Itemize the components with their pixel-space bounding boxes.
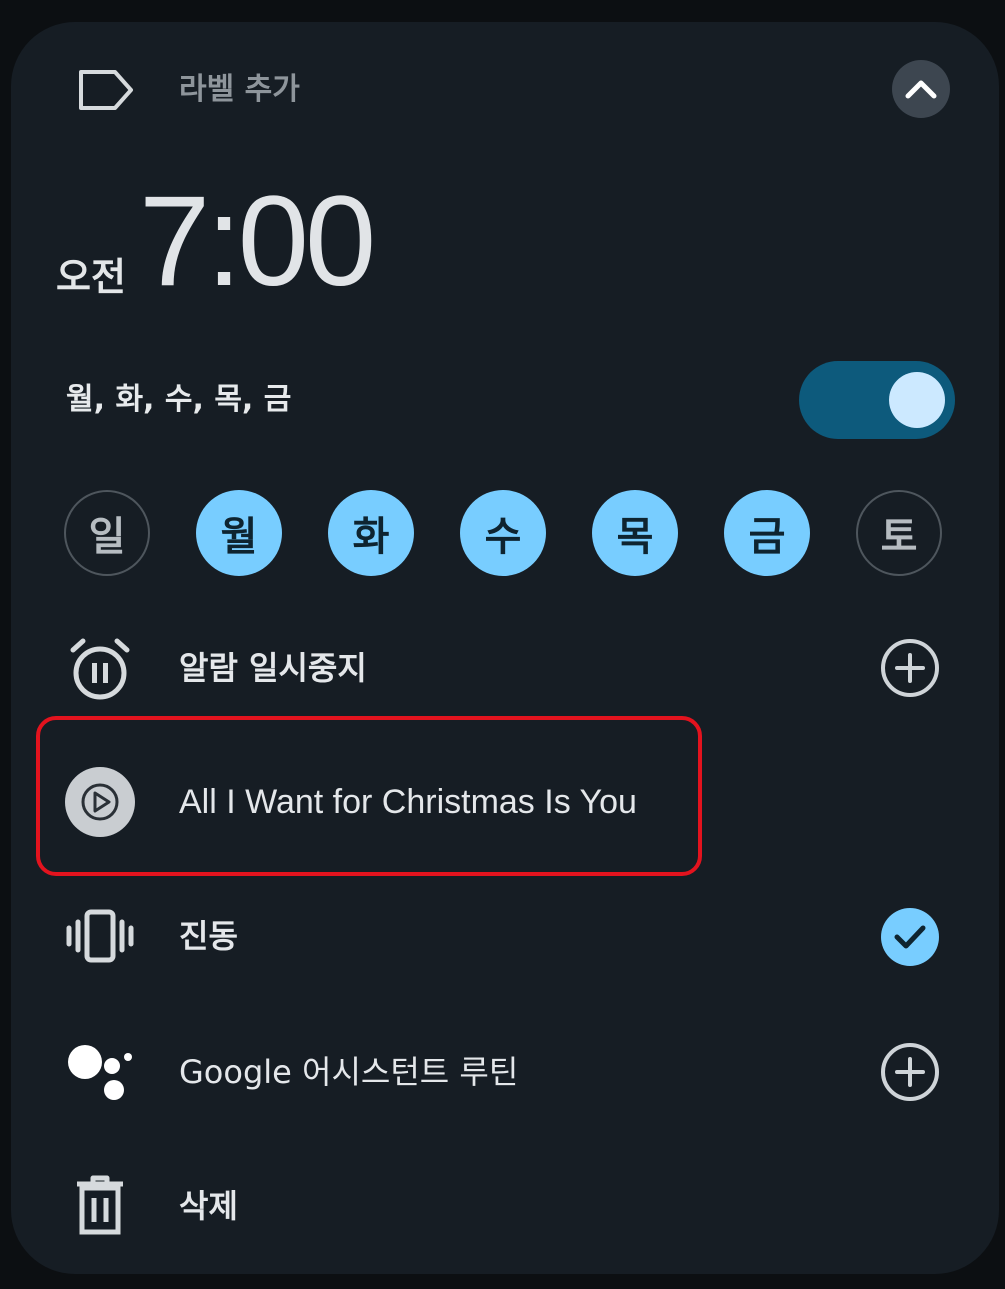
repeat-summary: 월, 화, 수, 목, 금 (66, 382, 292, 417)
day-chip-thu[interactable]: 목 (592, 490, 678, 576)
day-chip-sun[interactable]: 일 (64, 490, 150, 576)
vibrate-checkbox[interactable] (881, 908, 939, 966)
add-label-field[interactable]: 라벨 추가 (179, 68, 300, 112)
alarm-pause-add-button[interactable] (881, 639, 939, 697)
assistant-routine-label[interactable]: Google 어시스턴트 루틴 (179, 1050, 518, 1094)
plus-icon (895, 653, 925, 683)
day-chip-wed[interactable]: 수 (460, 490, 546, 576)
alarm-time[interactable]: 7:00 (139, 172, 376, 312)
check-icon (894, 925, 926, 949)
vibrate-icon (65, 906, 135, 966)
assistant-routine-add-button[interactable] (881, 1043, 939, 1101)
day-chip-mon[interactable]: 월 (196, 490, 282, 576)
collapse-button[interactable] (892, 60, 950, 118)
alarm-pause-icon (67, 636, 133, 702)
plus-icon (895, 1057, 925, 1087)
google-assistant-icon (65, 1040, 135, 1104)
toggle-knob (889, 372, 945, 428)
delete-label[interactable]: 삭제 (179, 1184, 238, 1228)
alarm-card: 라벨 추가 오전 7:00 월, 화, 수, 목, 금 일 월 화 수 목 금 … (11, 22, 999, 1274)
day-chip-tue[interactable]: 화 (328, 490, 414, 576)
ampm-label[interactable]: 오전 (56, 246, 126, 301)
play-icon[interactable] (65, 767, 135, 837)
day-chip-sat[interactable]: 토 (856, 490, 942, 576)
alarm-pause-label[interactable]: 알람 일시중지 (179, 646, 367, 690)
ringtone-label[interactable]: All I Want for Christmas Is You (179, 780, 637, 824)
alarm-toggle[interactable] (799, 361, 955, 439)
chevron-up-icon (905, 80, 937, 99)
label-icon[interactable] (75, 68, 137, 112)
vibrate-label[interactable]: 진동 (179, 914, 238, 958)
trash-icon[interactable] (73, 1174, 127, 1236)
day-chip-fri[interactable]: 금 (724, 490, 810, 576)
